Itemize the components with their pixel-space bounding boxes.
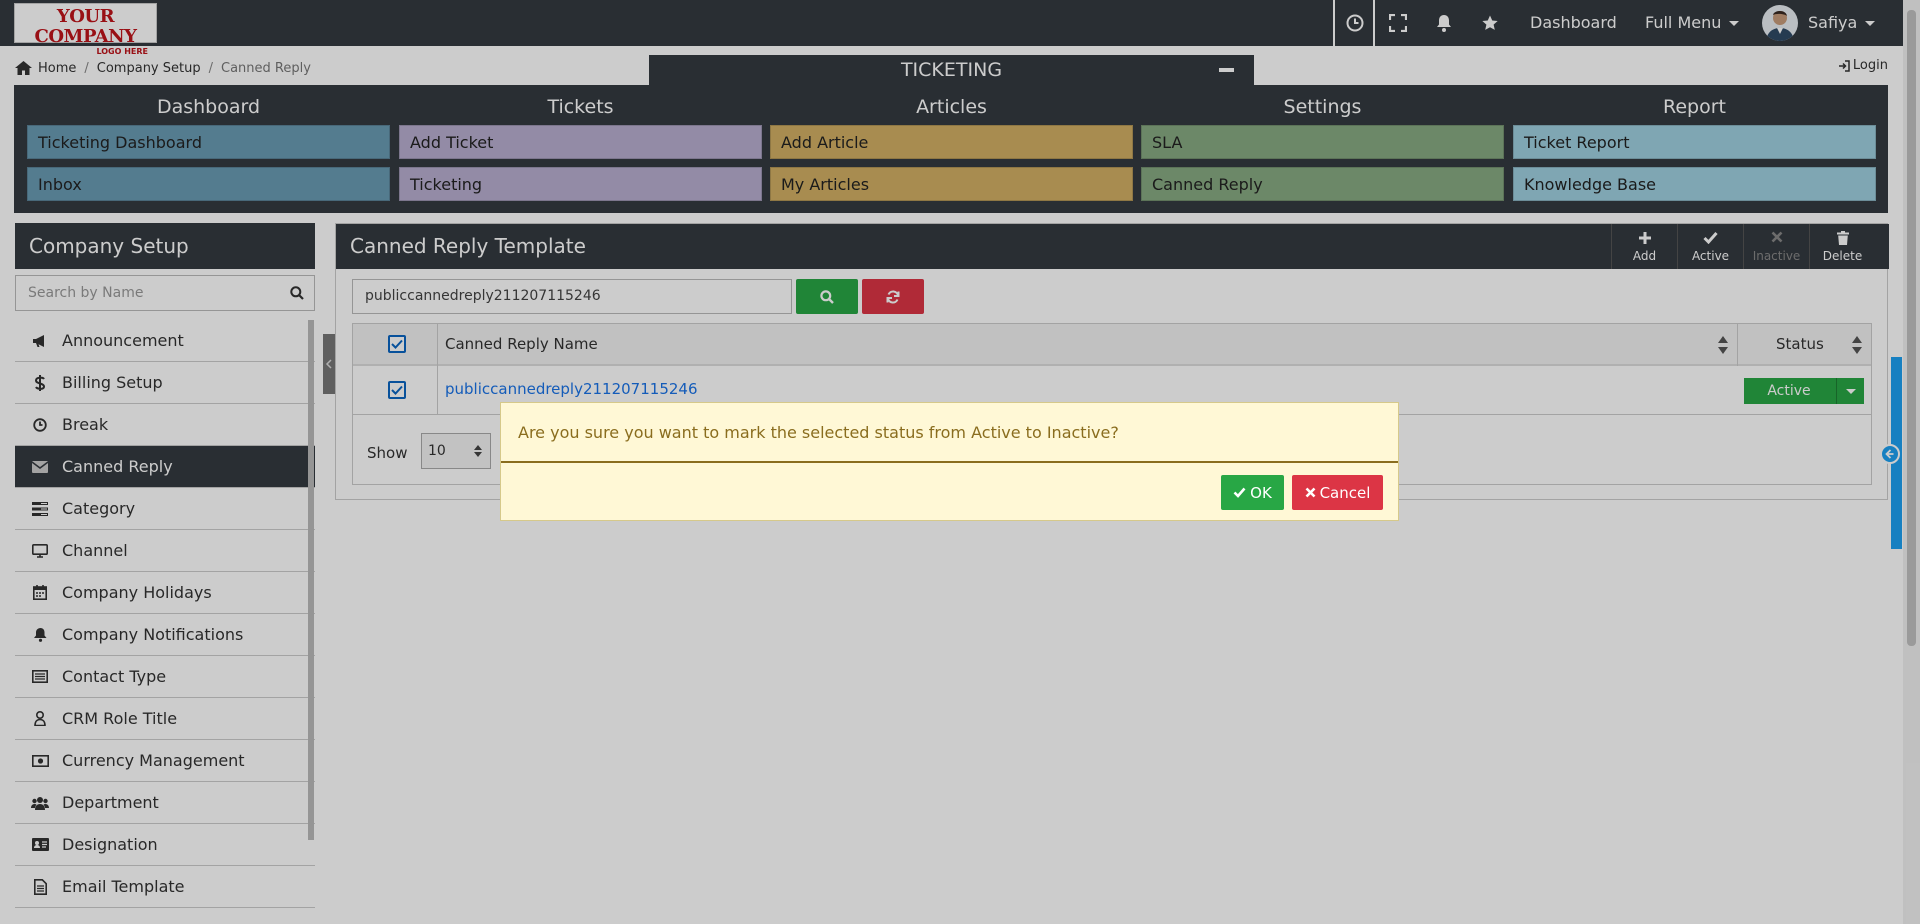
- cancel-button[interactable]: Cancel: [1292, 475, 1383, 510]
- dialog-divider: [501, 461, 1398, 463]
- ok-button[interactable]: OK: [1221, 475, 1284, 510]
- check-icon: [1233, 487, 1246, 498]
- ok-button-label: OK: [1250, 483, 1272, 502]
- confirm-dialog: Are you sure you want to mark the select…: [500, 402, 1399, 521]
- confirm-message: Are you sure you want to mark the select…: [518, 423, 1119, 442]
- cancel-button-label: Cancel: [1319, 483, 1371, 502]
- close-icon: [1305, 487, 1315, 498]
